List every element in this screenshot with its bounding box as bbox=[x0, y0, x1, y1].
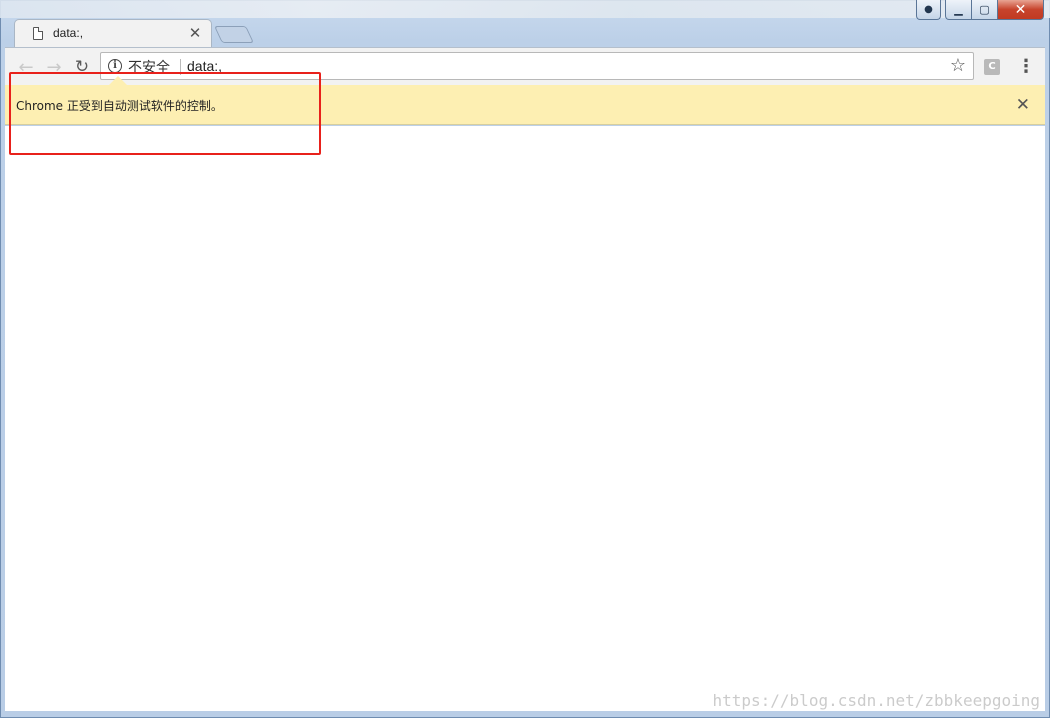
page-icon bbox=[33, 27, 43, 40]
menu-kebab-icon[interactable]: ⋮ bbox=[1017, 57, 1035, 77]
page-content bbox=[5, 126, 1045, 711]
window-close-button[interactable]: ✕ bbox=[998, 0, 1044, 20]
tab-close-button[interactable]: ✕ bbox=[187, 24, 203, 42]
bookmark-star-icon[interactable]: ☆ bbox=[950, 55, 966, 76]
close-icon: ✕ bbox=[1014, 1, 1027, 18]
watermark-text: https://blog.csdn.net/zbbkeepgoing bbox=[712, 691, 1040, 710]
minimize-button[interactable]: ▁ bbox=[945, 0, 972, 20]
red-highlight-box bbox=[9, 72, 321, 155]
maximize-button[interactable]: ▢ bbox=[972, 0, 998, 20]
info-icon[interactable]: i bbox=[108, 59, 122, 73]
infobar-close-button[interactable]: ✕ bbox=[1016, 95, 1030, 115]
user-icon: ● bbox=[924, 4, 933, 15]
maximize-icon: ▢ bbox=[979, 3, 990, 16]
minimize-icon: ▁ bbox=[954, 3, 963, 16]
tab-active[interactable]: data:, ✕ bbox=[14, 19, 212, 48]
window-controls: ● ▁ ▢ ✕ bbox=[916, 0, 1044, 20]
user-profile-button[interactable]: ● bbox=[916, 0, 941, 20]
tab-title: data:, bbox=[53, 26, 84, 40]
extension-icon[interactable]: C bbox=[984, 59, 1000, 75]
title-bar bbox=[0, 0, 1050, 18]
